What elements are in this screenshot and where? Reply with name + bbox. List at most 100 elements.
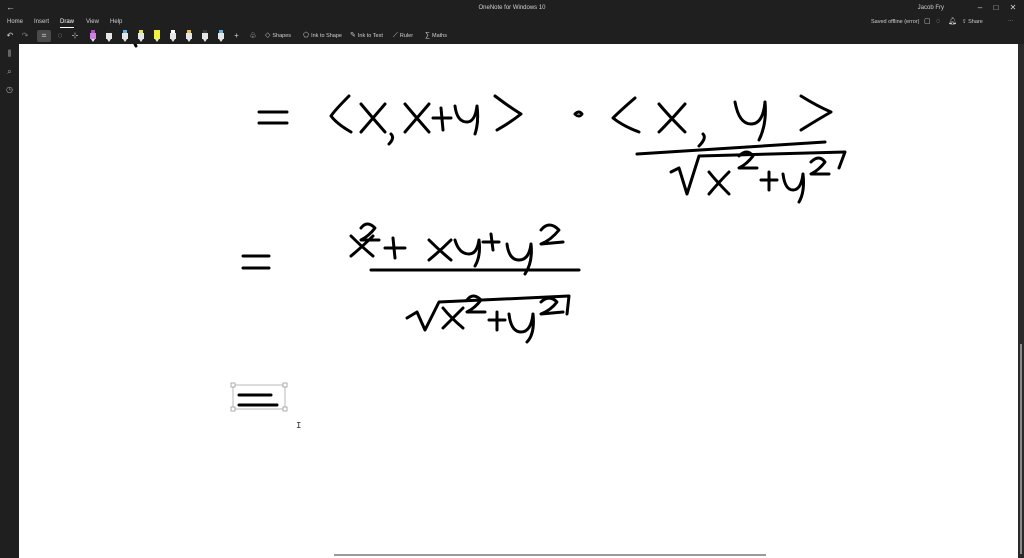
vertical-scrollbar[interactable] [1018, 44, 1024, 558]
maths-icon: ∑ [425, 32, 430, 39]
ink-stroke-top-mark [133, 44, 138, 48]
tab-help[interactable]: Help [110, 18, 122, 26]
ink-x-7 [441, 306, 465, 330]
minimize-icon[interactable]: – [975, 3, 985, 13]
ink-plus-5 [487, 310, 507, 332]
vertical-scrollbar-thumb[interactable] [1020, 344, 1022, 554]
selection-handle-br [282, 406, 288, 412]
page-icon[interactable]: ▢ [924, 18, 931, 26]
pen-6-icon[interactable] [185, 30, 193, 42]
page-canvas[interactable]: I [19, 44, 1018, 558]
pen-4-icon[interactable] [137, 30, 145, 42]
tab-view[interactable]: View [86, 18, 99, 26]
close-icon[interactable]: ✕ [1008, 3, 1018, 13]
ink-x-2 [403, 102, 431, 134]
tab-draw[interactable]: Draw [60, 18, 75, 28]
shapes-icon: ◇ [265, 32, 271, 39]
ink-plus-4 [481, 232, 501, 252]
ink-langle-1 [329, 94, 353, 134]
tab-home[interactable]: Home [7, 18, 23, 26]
pen-6-tip [187, 39, 191, 42]
onenote-window: ← OneNote for Windows 10 Jacob Fry – □ ✕… [0, 0, 1024, 558]
ink-exp-2d [539, 223, 565, 246]
pen-1-icon[interactable] [89, 30, 97, 42]
lasso-select-icon[interactable]: ⌗ [37, 30, 51, 42]
ruler-button[interactable]: ⟋ Ruler [393, 31, 413, 41]
draw-toolbar: ↶ ↷ ⌗ ◌ ⊹ + ♧ ◇ Shapes ⬠ Ink to Shape ✎ … [0, 28, 1024, 44]
left-rail: ⫼ ⌕ ◷ [0, 44, 19, 558]
more-options-icon[interactable]: ⋯ [1008, 18, 1014, 26]
pen-5-tip [171, 39, 175, 42]
selection-handle-bl [230, 406, 236, 412]
sync-status[interactable]: Saved offline (error) [871, 18, 920, 26]
ink-to-shape-icon: ⬠ [303, 32, 310, 39]
ink-y-6 [507, 312, 535, 344]
shapes-label: Shapes [272, 33, 292, 39]
shapes-button[interactable]: ◇ Shapes [265, 31, 291, 41]
pen-1-tip [91, 39, 95, 42]
ink-plus-1 [431, 106, 453, 132]
pen-8-icon[interactable] [217, 30, 225, 42]
window-title: OneNote for Windows 10 [478, 5, 546, 11]
user-name[interactable]: Jacob Fry [918, 5, 944, 11]
eraser-icon[interactable]: ◌ [55, 30, 65, 42]
undo-icon[interactable]: ↶ [5, 30, 15, 42]
horizontal-scrollbar[interactable] [334, 554, 766, 556]
handwriting-ink[interactable] [19, 44, 1018, 558]
pen-7-tip [203, 39, 207, 42]
ink-y-2 [733, 100, 767, 142]
selection-handle-tr [282, 382, 288, 388]
pen-5-icon[interactable] [169, 30, 177, 42]
pen-7-icon[interactable] [201, 30, 209, 42]
highlighter-1-icon[interactable] [153, 30, 161, 42]
search-icon[interactable]: ⌕ [4, 66, 15, 77]
maths-label: Maths [432, 33, 447, 39]
ink-x-4 [707, 170, 731, 196]
ink-x-3 [657, 102, 687, 134]
text-cursor-icon: I [296, 421, 302, 431]
ink-y-1 [453, 104, 480, 136]
redo-icon[interactable]: ↷ [20, 30, 30, 42]
ink-x-6 [427, 238, 453, 262]
notebooks-icon[interactable]: ⫼ [4, 48, 15, 59]
lightbulb-icon[interactable]: ◌ [936, 18, 940, 26]
add-pen-icon[interactable]: + [232, 30, 241, 42]
tab-insert[interactable]: Insert [34, 18, 49, 26]
ink-plus-2 [759, 170, 779, 192]
ink-to-shape-button[interactable]: ⬠ Ink to Shape [303, 31, 342, 41]
maximize-icon[interactable]: □ [991, 3, 1001, 13]
pen-3-icon[interactable] [121, 30, 129, 42]
ribbon-tabs: Home Insert Draw View Help Saved offline… [0, 17, 1024, 28]
ink-rangle-2 [799, 94, 833, 132]
ruler-icon: ⟋ [393, 32, 398, 39]
ink-y-3 [781, 172, 805, 204]
share-label: Share [968, 19, 983, 25]
ink-exp-2e [465, 294, 487, 314]
ink-plus-3 [383, 236, 407, 260]
ink-to-text-label: Ink to Text [357, 33, 383, 39]
selection-handle-tl [230, 382, 236, 388]
ink-comma-2 [697, 132, 706, 148]
pen-4-tip [139, 39, 143, 42]
title-bar: ← OneNote for Windows 10 Jacob Fry – □ ✕ [0, 0, 1024, 17]
ink-to-shape-label: Ink to Shape [311, 33, 342, 39]
ink-comma-1 [387, 132, 395, 146]
ink-to-text-icon: ✎ [350, 32, 356, 39]
ink-exp-2b [809, 156, 831, 176]
ink-replay-icon[interactable]: ♧ [248, 30, 258, 42]
share-button[interactable]: ⇪ Share [962, 18, 983, 26]
pen-3-tip [123, 39, 127, 42]
pen-8-tip [219, 39, 223, 42]
ink-to-text-button[interactable]: ✎ Ink to Text [350, 31, 383, 41]
ink-dot-product [573, 110, 584, 118]
maths-button[interactable]: ∑ Maths [425, 31, 447, 41]
highlighter-1-tip [155, 39, 159, 42]
add-space-icon[interactable]: ⊹ [70, 30, 80, 42]
ink-y-4 [453, 238, 481, 268]
pen-2-tip [107, 39, 111, 42]
recent-icon[interactable]: ◷ [4, 84, 15, 95]
ink-exp-2f [539, 296, 565, 316]
ruler-label: Ruler [399, 33, 414, 39]
pen-2-icon[interactable] [105, 30, 113, 42]
bell-icon[interactable]: 🔔︎ [948, 18, 957, 26]
